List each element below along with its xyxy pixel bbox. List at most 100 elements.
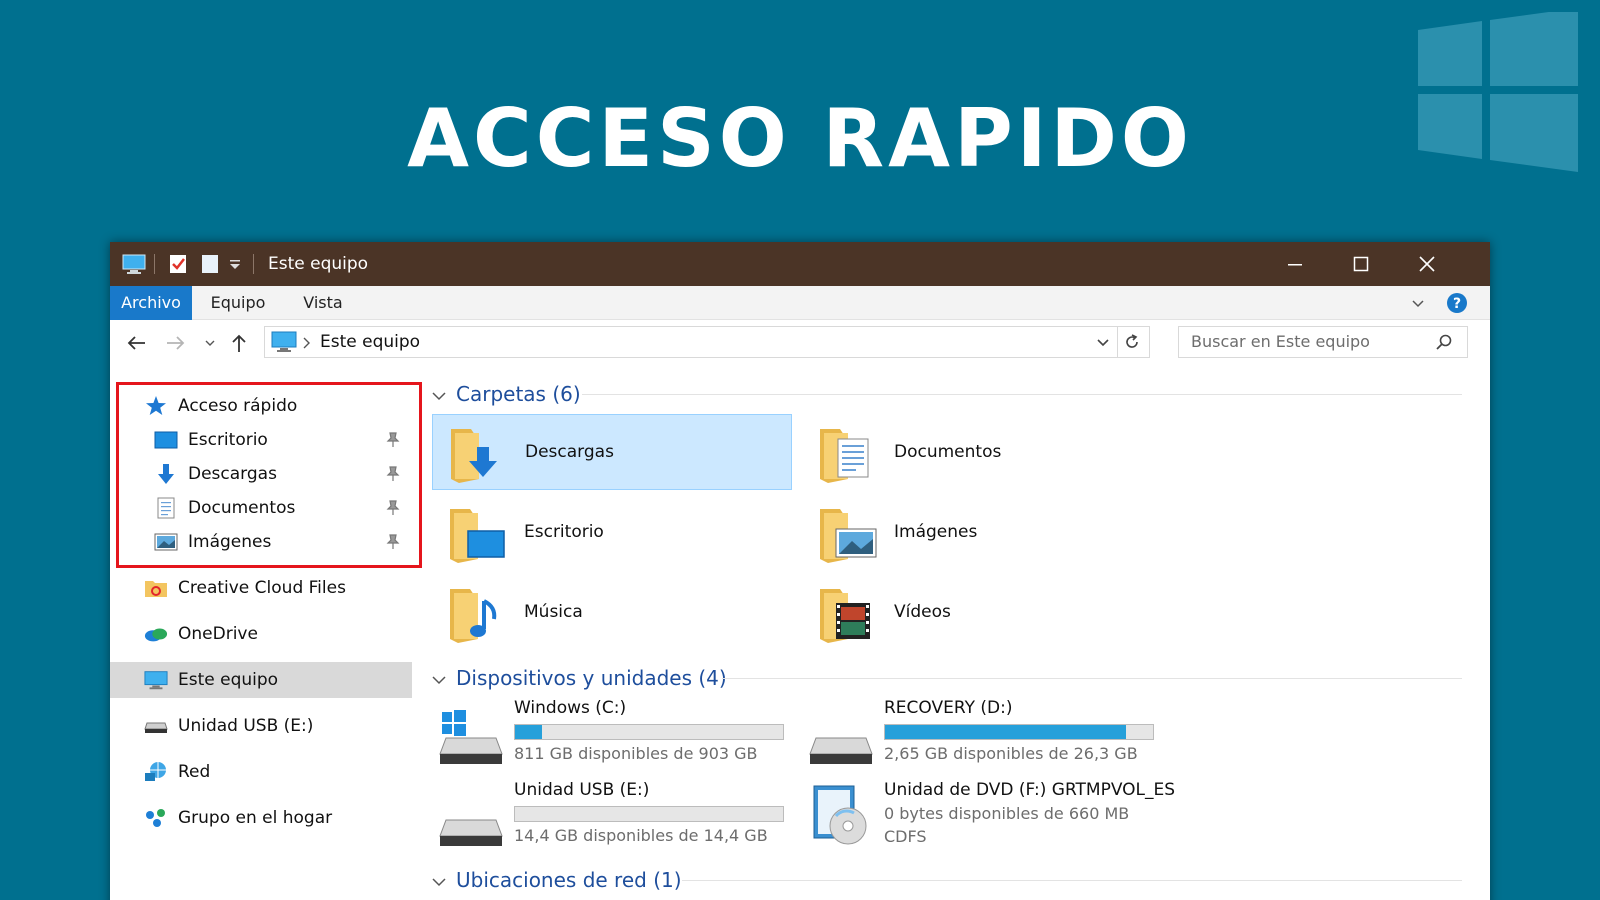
navigation-pane: Acceso rápido Escritorio Descargas Docum… [110,366,422,900]
quick-access-star-icon [144,394,168,418]
section-header-carpetas[interactable]: Carpetas (6) [432,380,581,408]
content-pane: Carpetas (6) Descargas Documentos Escrit… [422,366,1480,900]
computer-icon [271,330,297,358]
tab-vista[interactable]: Vista [294,286,352,320]
folder-musica[interactable]: Música [432,574,792,650]
svg-text:?: ? [1453,296,1461,312]
desktop-folder-icon [444,499,510,565]
sidebar-item-documentos[interactable]: Documentos [154,490,410,526]
sidebar-item-label: Imágenes [188,532,272,552]
documents-folder-icon [814,419,880,485]
up-arrow-icon[interactable] [226,328,252,358]
refresh-icon[interactable] [1123,333,1141,355]
hard-drive-icon [808,708,874,768]
drive-name: RECOVERY (D:) [884,698,1013,718]
close-button[interactable] [1394,242,1460,286]
downloads-folder-icon [445,419,511,485]
sidebar-item-label: Acceso rápido [178,396,298,416]
maximize-button[interactable] [1328,242,1394,286]
pin-icon[interactable] [386,466,400,487]
recent-locations-chevron-icon[interactable] [200,328,220,358]
search-input[interactable]: Buscar en Este equipo [1178,326,1468,358]
section-title: Carpetas (6) [456,382,581,406]
collapse-chevron-icon[interactable] [432,382,446,406]
tab-archivo[interactable]: Archivo [110,286,192,320]
minimize-button[interactable] [1262,242,1328,286]
drive-name: Windows (C:) [514,698,627,718]
breadcrumb[interactable]: Este equipo [320,327,420,357]
sidebar-item-label: Creative Cloud Files [178,578,346,598]
drive-free-space: 0 bytes disponibles de 660 MB [884,804,1130,823]
drive-name: Unidad USB (E:) [514,780,650,800]
drive-e[interactable]: Unidad USB (E:) 14,4 GB disponibles de 1… [432,780,792,860]
pin-icon[interactable] [386,432,400,453]
sidebar-item-onedrive[interactable]: OneDrive [144,616,410,652]
drive-name: Unidad de DVD (F:) GRTMPVOL_ES [884,780,1176,800]
address-bar[interactable]: Este equipo [264,326,1150,358]
folder-documentos[interactable]: Documentos [802,414,1162,490]
sidebar-item-grupo-hogar[interactable]: Grupo en el hogar [144,800,410,836]
document-icon [154,496,178,520]
sidebar-item-creative-cloud[interactable]: Creative Cloud Files [144,570,410,606]
sidebar-item-label: Este equipo [178,670,279,690]
collapse-chevron-icon[interactable] [432,666,446,690]
desktop-icon [154,428,178,452]
pin-icon[interactable] [386,534,400,555]
music-folder-icon [444,579,510,645]
dvd-drive-icon [808,782,874,845]
picture-icon [154,530,178,554]
folder-escritorio[interactable]: Escritorio [432,494,792,570]
folder-videos[interactable]: Vídeos [802,574,1162,650]
creative-cloud-icon [144,576,168,600]
drive-free-space: 14,4 GB disponibles de 14,4 GB [514,826,768,845]
customize-toolbar-icon[interactable] [228,242,242,286]
homegroup-icon [144,806,168,830]
drive-free-space: 811 GB disponibles de 903 GB [514,744,758,763]
windows-drive-icon [438,708,504,768]
section-header-dispositivos[interactable]: Dispositivos y unidades (4) [432,664,727,692]
properties-icon[interactable] [168,242,188,286]
pictures-folder-icon [814,499,880,565]
tab-equipo[interactable]: Equipo [202,286,274,320]
sidebar-item-label: Descargas [188,464,277,484]
expand-ribbon-chevron-icon[interactable] [1410,295,1426,315]
drive-usage-bar [884,724,1154,740]
sidebar-item-label: OneDrive [178,624,258,644]
drive-d[interactable]: RECOVERY (D:) 2,65 GB disponibles de 26,… [802,698,1162,778]
ribbon-tabs: Archivo Equipo Vista ? [110,286,1490,320]
sidebar-item-unidad-usb[interactable]: Unidad USB (E:) [144,708,410,744]
pin-icon[interactable] [386,500,400,521]
sidebar-item-acceso-rapido[interactable]: Acceso rápido [144,388,410,424]
folder-descargas[interactable]: Descargas [432,414,792,490]
folder-label: Imágenes [894,522,978,542]
videos-folder-icon [814,579,880,645]
address-history-chevron-icon[interactable] [1095,335,1111,355]
section-header-ubicaciones-red[interactable]: Ubicaciones de red (1) [432,866,682,894]
sidebar-item-descargas[interactable]: Descargas [154,456,410,492]
help-icon[interactable]: ? [1446,292,1468,318]
drive-f[interactable]: Unidad de DVD (F:) GRTMPVOL_ES 0 bytes d… [802,780,1222,866]
sidebar-item-label: Grupo en el hogar [178,808,333,828]
folder-imagenes[interactable]: Imágenes [802,494,1162,570]
sidebar-item-red[interactable]: Red [144,754,410,790]
sidebar-item-imagenes[interactable]: Imágenes [154,524,410,560]
collapse-chevron-icon[interactable] [432,868,446,892]
network-icon [144,760,168,784]
drive-usage-bar [514,724,784,740]
search-icon[interactable] [1435,333,1453,355]
drive-c[interactable]: Windows (C:) 811 GB disponibles de 903 G… [432,698,792,778]
sidebar-item-escritorio[interactable]: Escritorio [154,422,410,458]
drive-usage-bar [514,806,784,822]
forward-arrow-icon[interactable] [162,328,190,358]
windows-logo-icon [1418,12,1578,172]
back-arrow-icon[interactable] [122,328,150,358]
section-title: Dispositivos y unidades (4) [456,666,727,690]
title-bar: Este equipo [110,242,1490,286]
new-folder-icon[interactable] [200,242,220,286]
onedrive-icon [144,622,168,646]
drive-filesystem: CDFS [884,827,927,846]
sidebar-item-este-equipo[interactable]: Este equipo [110,662,412,698]
folder-label: Escritorio [524,522,604,542]
download-icon [154,462,178,486]
sidebar-item-label: Red [178,762,211,782]
